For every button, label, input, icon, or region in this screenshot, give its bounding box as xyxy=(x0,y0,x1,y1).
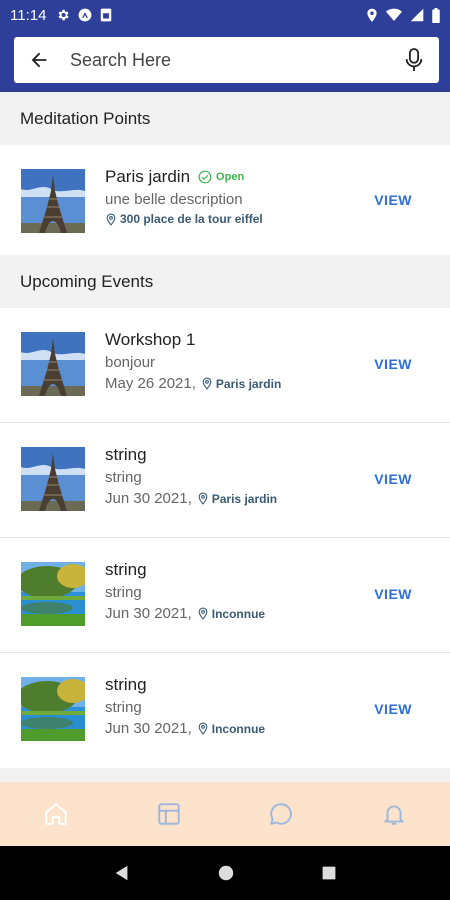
item-title: Workshop 1 xyxy=(105,330,196,349)
list-item[interactable]: string string Jun 30 2021, Inconnue VIEW xyxy=(0,538,450,653)
location-pin-icon xyxy=(198,722,208,735)
check-circle-icon xyxy=(198,170,212,184)
events-list: Workshop 1 bonjour May 26 2021, Paris ja… xyxy=(0,308,450,768)
settings-gear-icon xyxy=(59,9,70,21)
item-description: string xyxy=(105,699,142,716)
list-item[interactable]: string string Jun 30 2021, Paris jardin … xyxy=(0,423,450,538)
event-location: Inconnue xyxy=(197,607,265,621)
event-location: Inconnue xyxy=(197,722,265,736)
list-item[interactable]: string string Jun 30 2021, Inconnue VIEW xyxy=(0,653,450,768)
event-date: Jun 30 2021, xyxy=(105,490,192,507)
location-pin-icon xyxy=(198,607,208,620)
system-recents-icon[interactable] xyxy=(321,865,337,881)
view-button[interactable]: VIEW xyxy=(374,471,412,487)
location-pin-icon xyxy=(202,377,212,390)
nav-home[interactable] xyxy=(36,794,76,834)
view-button[interactable]: VIEW xyxy=(374,356,412,372)
location-pin-icon xyxy=(198,492,208,505)
signal-icon xyxy=(410,8,424,22)
event-date: May 26 2021, xyxy=(105,375,196,392)
event-date: Jun 30 2021, xyxy=(105,720,192,737)
thumbnail-garden-pond xyxy=(21,677,85,741)
thumbnail-garden-pond xyxy=(21,562,85,626)
microphone-icon[interactable] xyxy=(403,47,425,73)
view-button[interactable]: VIEW xyxy=(374,586,412,602)
system-navigation-bar xyxy=(0,846,450,900)
calendar-board-icon xyxy=(158,803,180,825)
section-header-meditation-points: Meditation Points xyxy=(0,93,450,145)
status-time: 11:14 xyxy=(10,6,47,24)
nav-calendar[interactable] xyxy=(149,794,189,834)
view-button[interactable]: VIEW xyxy=(374,192,412,208)
bottom-navigation xyxy=(0,782,450,846)
bell-icon xyxy=(384,805,404,825)
system-back-icon[interactable] xyxy=(113,864,131,882)
back-arrow-icon[interactable] xyxy=(28,49,50,71)
app-bar xyxy=(0,30,450,92)
item-title: string xyxy=(105,445,147,464)
item-title: string xyxy=(105,675,147,694)
status-bar: 11:14 xyxy=(0,0,450,30)
item-description: string xyxy=(105,584,142,601)
location-icon xyxy=(367,8,377,22)
location-text: Paris jardin xyxy=(211,491,278,506)
search-input[interactable] xyxy=(70,49,403,71)
section-title: Meditation Points xyxy=(20,109,151,128)
app-notification-icon xyxy=(79,8,92,22)
item-description: une belle description xyxy=(105,191,243,208)
item-description: string xyxy=(105,469,142,486)
list-item[interactable]: Workshop 1 bonjour May 26 2021, Paris ja… xyxy=(0,308,450,423)
item-description: bonjour xyxy=(105,354,156,371)
nav-notifications[interactable] xyxy=(374,794,414,834)
meditation-points-list: Paris jardin Open une belle description … xyxy=(0,145,450,255)
location-text: Inconnue xyxy=(211,721,266,736)
location-text: Inconnue xyxy=(211,606,266,621)
event-date: Jun 30 2021, xyxy=(105,605,192,622)
thumbnail-eiffel-tower xyxy=(21,332,85,396)
battery-icon xyxy=(432,7,440,23)
open-status-badge: Open xyxy=(198,170,244,184)
item-title: Paris jardin xyxy=(105,167,191,186)
nav-chat[interactable] xyxy=(261,794,301,834)
thumbnail-eiffel-tower xyxy=(21,447,85,511)
item-title: string xyxy=(105,560,147,579)
event-location: Paris jardin xyxy=(201,377,281,391)
wifi-icon xyxy=(386,8,402,21)
status-label: Open xyxy=(216,171,245,183)
thumbnail-eiffel-tower xyxy=(21,169,85,233)
location-text: Paris jardin xyxy=(215,376,282,391)
event-location: Paris jardin xyxy=(197,492,277,506)
sim-card-icon xyxy=(101,8,112,22)
home-icon xyxy=(45,803,67,825)
section-title: Upcoming Events xyxy=(20,272,154,291)
view-button[interactable]: VIEW xyxy=(374,701,412,717)
section-header-upcoming-events: Upcoming Events xyxy=(0,256,450,308)
search-bar xyxy=(14,37,439,83)
item-address: 300 place de la tour eiffel xyxy=(105,212,263,226)
chat-bubble-icon xyxy=(270,803,293,825)
list-item[interactable]: Paris jardin Open une belle description … xyxy=(0,145,450,255)
location-pin-icon xyxy=(106,213,116,226)
system-home-icon[interactable] xyxy=(217,864,235,882)
address-text: 300 place de la tour eiffel xyxy=(120,212,263,226)
